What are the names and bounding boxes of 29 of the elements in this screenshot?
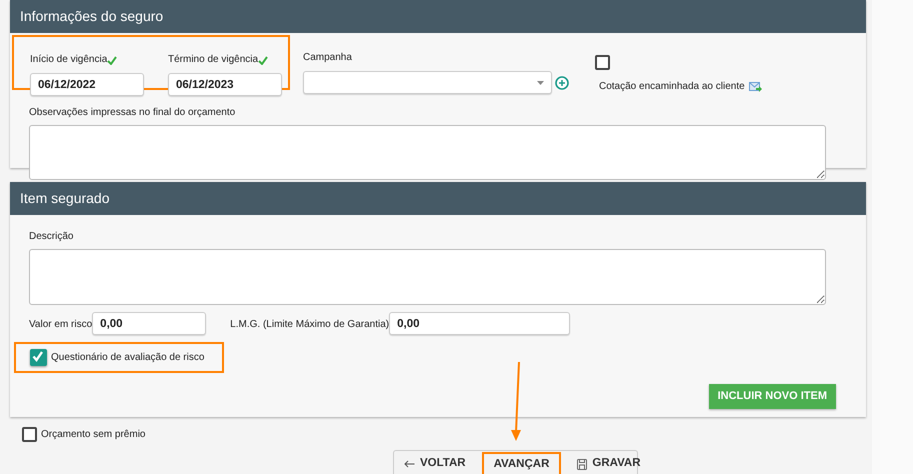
checkbox[interactable] <box>30 349 47 366</box>
number-field[interactable]: 0,00 <box>389 312 570 335</box>
field-label: Campanha <box>303 52 352 64</box>
section-header: Item segurado <box>10 182 866 215</box>
checkbox[interactable] <box>595 55 610 70</box>
field-label: L.M.G. (Limite Máximo de Garantia) <box>230 318 390 330</box>
date-field[interactable]: 06/12/2022 <box>30 73 144 96</box>
field-label: Descrição <box>29 231 74 243</box>
add-icon[interactable] <box>555 76 569 90</box>
number-field[interactable]: 0,00 <box>92 312 206 335</box>
checkbox-label: Cotação encaminhada ao cliente <box>599 80 745 94</box>
section-header: Informações do seguro <box>10 0 866 33</box>
envelope-icon[interactable] <box>748 82 762 92</box>
field-label: Valor em risco <box>29 318 92 330</box>
field-label: Observações impressas no final do orçamento <box>29 107 236 119</box>
back-button[interactable]: VOLTAR <box>394 452 476 474</box>
date-field[interactable]: 06/12/2023 <box>168 73 282 96</box>
description-field[interactable] <box>29 249 826 305</box>
checkbox-label: Orçamento sem prêmio <box>41 428 146 442</box>
caret-icon <box>537 80 544 84</box>
notes-field[interactable] <box>29 125 826 180</box>
arrow-left-icon <box>404 460 415 468</box>
checkbox[interactable] <box>22 427 37 442</box>
save-button[interactable]: GRAVAR <box>567 452 651 474</box>
save-icon <box>577 458 588 470</box>
field-label: Início de vigência <box>30 54 118 66</box>
next-button[interactable]: AVANÇAR <box>482 452 562 474</box>
field-label: Término de vigência <box>168 54 268 66</box>
checkbox-label: Questionário de avaliação de risco <box>51 351 204 365</box>
